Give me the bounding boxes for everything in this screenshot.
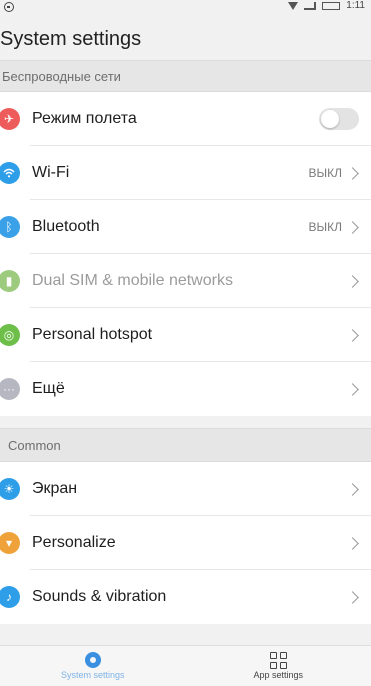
personalize-label: Personalize <box>32 534 116 551</box>
more-icon: ··· <box>0 378 20 400</box>
signal-icon <box>288 1 299 10</box>
airplane-mode-label: Режим полета <box>32 110 137 127</box>
dual-sim-label: Dual SIM & mobile networks <box>32 272 233 289</box>
network-icon <box>304 1 317 10</box>
hotspot-row[interactable]: ◎ Personal hotspot <box>0 308 371 362</box>
wifi-status: ВЫКЛ <box>308 166 343 180</box>
wifi-row[interactable]: Wi-Fi ВЫКЛ <box>0 146 371 200</box>
clock: 1:11 <box>346 0 365 11</box>
wifi-label: Wi-Fi <box>32 164 70 181</box>
airplane-mode-row[interactable]: ✈ Режим полета <box>0 92 371 146</box>
chevron-right-icon <box>346 382 359 396</box>
more-label: Ещё <box>32 380 65 397</box>
sim-icon: ▮ <box>0 270 20 292</box>
bluetooth-status: ВЫКЛ <box>308 220 343 234</box>
tab-app-settings-label: App settings <box>253 670 304 680</box>
chevron-right-icon <box>346 274 359 288</box>
section-header-wireless: Беспроводные сети <box>0 60 371 92</box>
sounds-row[interactable]: ♪ Sounds & vibration <box>0 570 371 624</box>
airplane-icon: ✈ <box>0 108 20 130</box>
bluetooth-icon: ᛒ <box>0 216 20 238</box>
chevron-right-icon <box>346 482 359 496</box>
notification-icon <box>4 2 14 12</box>
shirt-icon: ▾ <box>0 532 20 554</box>
chevron-right-icon <box>346 536 359 550</box>
tab-system-settings[interactable]: System settings <box>0 646 186 686</box>
bluetooth-label: Bluetooth <box>32 218 100 235</box>
hotspot-icon: ◎ <box>0 324 20 346</box>
gear-icon <box>83 650 103 670</box>
chevron-right-icon <box>346 328 359 342</box>
page-title: System settings <box>0 18 371 60</box>
tab-app-settings[interactable]: App settings <box>186 646 371 686</box>
bluetooth-row[interactable]: ᛒ Bluetooth ВЫКЛ <box>0 200 371 254</box>
dual-sim-row[interactable]: ▮ Dual SIM & mobile networks <box>0 254 371 308</box>
hotspot-label: Personal hotspot <box>32 326 153 343</box>
status-bar: 1:11 <box>0 0 371 18</box>
display-row[interactable]: ☀ Экран <box>0 462 371 516</box>
chevron-right-icon <box>346 220 359 234</box>
tab-system-settings-label: System settings <box>60 670 125 680</box>
chevron-right-icon <box>346 590 359 604</box>
more-row[interactable]: ··· Ещё <box>0 362 371 416</box>
bottom-navigation: System settings App settings <box>0 645 371 686</box>
battery-icon <box>322 1 341 10</box>
airplane-mode-toggle[interactable] <box>319 108 359 130</box>
display-label: Экран <box>32 480 78 497</box>
wireless-list: ✈ Режим полета Wi-Fi ВЫКЛ ᛒ Bluetooth ВЫ… <box>0 92 371 416</box>
chevron-right-icon <box>346 166 359 180</box>
common-list: ☀ Экран ▾ Personalize ♪ Sounds & vibrati… <box>0 462 371 624</box>
status-icons: 1:11 <box>288 0 365 11</box>
apps-grid-icon <box>268 650 288 670</box>
sound-icon: ♪ <box>0 586 20 608</box>
brightness-icon: ☀ <box>0 478 20 500</box>
section-header-common: Common <box>0 428 371 462</box>
wifi-icon <box>0 162 20 184</box>
sounds-label: Sounds & vibration <box>32 588 167 605</box>
personalize-row[interactable]: ▾ Personalize <box>0 516 371 570</box>
